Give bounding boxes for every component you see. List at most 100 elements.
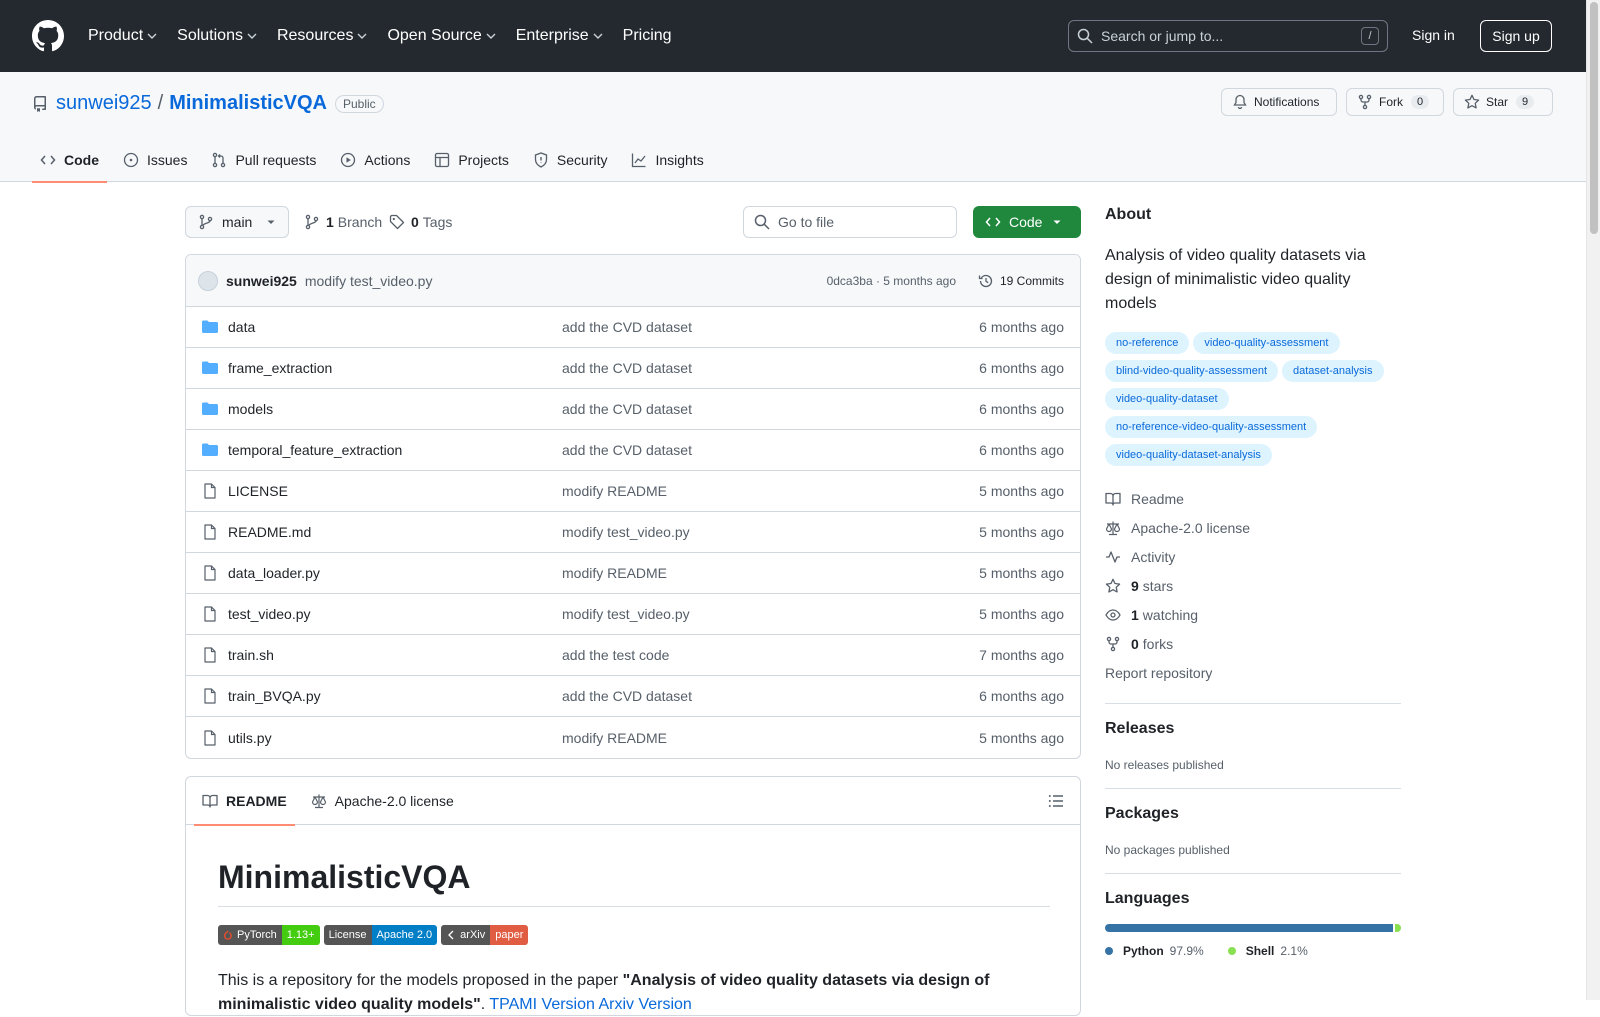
- tab-projects[interactable]: Projects: [426, 138, 517, 182]
- file-name-link[interactable]: test_video.py: [228, 606, 562, 622]
- file-name-link[interactable]: frame_extraction: [228, 360, 562, 376]
- nav-product[interactable]: Product: [88, 27, 157, 45]
- nav-solutions[interactable]: Solutions: [177, 27, 257, 45]
- branch-select[interactable]: main: [185, 206, 289, 238]
- github-logo-icon[interactable]: [32, 20, 64, 52]
- code-dropdown-button[interactable]: Code: [973, 206, 1081, 238]
- file-name-link[interactable]: models: [228, 401, 562, 417]
- license-link[interactable]: Apache-2.0 license: [1105, 513, 1401, 542]
- file-commit-message[interactable]: add the CVD dataset: [562, 319, 692, 335]
- search-input[interactable]: Search or jump to... /: [1068, 20, 1388, 52]
- pytorch-badge[interactable]: PyTorch 1.13+: [218, 925, 320, 945]
- file-commit-date: 5 months ago: [979, 729, 1064, 746]
- repo-name-link[interactable]: MinimalisticVQA: [169, 92, 327, 115]
- topic-tag[interactable]: blind-video-quality-assessment: [1105, 360, 1279, 382]
- avatar[interactable]: [198, 270, 218, 291]
- notifications-button[interactable]: Notifications: [1221, 88, 1337, 116]
- report-repository-link[interactable]: Report repository: [1105, 658, 1401, 687]
- file-commit-message[interactable]: add the CVD dataset: [562, 360, 692, 376]
- search-placeholder: Search or jump to...: [1101, 28, 1224, 44]
- file-commit-message[interactable]: modify README: [562, 483, 667, 499]
- branch-count-link[interactable]: 1 Branch: [304, 214, 382, 230]
- language-dot: [1105, 947, 1113, 955]
- tab-code[interactable]: Code: [32, 138, 107, 183]
- activity-link[interactable]: Activity: [1105, 542, 1401, 571]
- file-name-link[interactable]: utils.py: [228, 730, 562, 746]
- nav-pricing[interactable]: Pricing: [623, 27, 672, 45]
- go-to-file-input[interactable]: Go to file: [743, 206, 957, 238]
- nav-label: Resources: [276, 27, 354, 44]
- code-icon: [985, 217, 1001, 227]
- tpami-link[interactable]: TPAMI Version: [489, 996, 595, 1013]
- nav-enterprise[interactable]: Enterprise: [516, 27, 603, 45]
- topic-tag[interactable]: video-quality-dataset: [1105, 388, 1229, 410]
- file-commit-message[interactable]: add the CVD dataset: [562, 688, 692, 704]
- nav-open-source[interactable]: Open Source: [387, 27, 496, 45]
- file-type-icon: [202, 401, 218, 417]
- commit-author[interactable]: sunwei925: [226, 273, 297, 289]
- file-commit-message[interactable]: add the CVD dataset: [562, 401, 692, 417]
- file-commit-message[interactable]: modify test_video.py: [562, 524, 690, 540]
- repo-tabs: Code Issues Pull requests Actions Projec…: [32, 138, 720, 183]
- file-list: data add the CVD dataset 6 months ago frame…: [186, 307, 1080, 758]
- topic-tag[interactable]: video-quality-assessment: [1193, 332, 1340, 354]
- license-badge[interactable]: License Apache 2.0: [323, 925, 438, 945]
- topic-tag[interactable]: dataset-analysis: [1282, 360, 1384, 382]
- license-link-label: Apache-2.0 license: [1131, 519, 1251, 536]
- tab-insights[interactable]: Insights: [623, 138, 711, 182]
- tab-security[interactable]: Security: [525, 138, 616, 182]
- file-name-link[interactable]: data: [228, 319, 562, 335]
- file-name-link[interactable]: data_loader.py: [228, 565, 562, 581]
- sign-up-button[interactable]: Sign up: [1480, 20, 1552, 52]
- file-commit-message[interactable]: add the test code: [562, 647, 669, 663]
- fork-button[interactable]: Fork 0: [1346, 88, 1444, 116]
- scrollbar-thumb[interactable]: [1590, 2, 1598, 234]
- language-item[interactable]: Shell 2.1%: [1227, 944, 1308, 958]
- file-name-link[interactable]: train_BVQA.py: [228, 688, 562, 704]
- file-name-link[interactable]: temporal_feature_extraction: [228, 442, 562, 458]
- language-item[interactable]: Python 97.9%: [1105, 944, 1204, 958]
- readme-link[interactable]: Readme: [1105, 484, 1401, 513]
- nav-resources[interactable]: Resources: [277, 27, 367, 45]
- repo-header: sunwei925 / MinimalisticVQA Public Notif…: [0, 72, 1586, 183]
- releases-heading[interactable]: Releases: [1105, 720, 1401, 738]
- tab-issues[interactable]: Issues: [115, 138, 195, 182]
- watching-link[interactable]: 1 watching: [1105, 600, 1401, 629]
- tag-count-link[interactable]: 0 Tags: [389, 214, 452, 230]
- commits-link[interactable]: 19 Commits: [978, 273, 1064, 289]
- tab-actions[interactable]: Actions: [332, 138, 418, 182]
- tab-pull-requests[interactable]: Pull requests: [203, 138, 324, 182]
- arxiv-badge[interactable]: arXiv paper: [441, 925, 529, 945]
- arxiv-link[interactable]: Arxiv Version: [598, 996, 691, 1013]
- file-commit-message[interactable]: modify README: [562, 730, 667, 746]
- stars-link[interactable]: 9 stars: [1105, 571, 1401, 600]
- star-button[interactable]: Star 9: [1453, 88, 1553, 116]
- tab-readme[interactable]: README: [194, 777, 295, 826]
- file-commit-message[interactable]: modify test_video.py: [562, 606, 690, 622]
- branch-icon: [305, 214, 319, 230]
- file-name-link[interactable]: README.md: [228, 524, 562, 540]
- file-row: data_loader.py modify README 5 months ago: [186, 553, 1080, 594]
- tab-label: Code: [64, 152, 99, 168]
- commit-message[interactable]: modify test_video.py: [305, 273, 433, 289]
- repo-owner-link[interactable]: sunwei925: [56, 92, 152, 115]
- topic-tag[interactable]: video-quality-dataset-analysis: [1105, 444, 1272, 466]
- file-commit-date: 6 months ago: [979, 319, 1064, 335]
- page-scrollbar[interactable]: [1586, 0, 1600, 1000]
- file-commit-message[interactable]: add the CVD dataset: [562, 442, 692, 458]
- repo-sidebar: About Analysis of video quality datasets…: [1105, 206, 1401, 958]
- nav-label: Pricing: [622, 27, 672, 44]
- file-name-link[interactable]: LICENSE: [228, 483, 562, 499]
- sign-in-link[interactable]: Sign in: [1412, 27, 1455, 43]
- topic-tag[interactable]: no-reference: [1105, 332, 1190, 354]
- packages-heading[interactable]: Packages: [1105, 805, 1401, 823]
- forks-link[interactable]: 0 forks: [1105, 629, 1401, 658]
- table-of-contents-icon[interactable]: [1048, 793, 1064, 809]
- file-commit-date: 6 months ago: [979, 401, 1064, 417]
- file-commit-message[interactable]: modify README: [562, 565, 667, 581]
- chevron-down-icon: [486, 33, 496, 39]
- topic-tag[interactable]: no-reference-video-quality-assessment: [1105, 416, 1318, 438]
- tab-license[interactable]: Apache-2.0 license: [303, 777, 462, 825]
- commit-hash-time[interactable]: 0dca3ba · 5 months ago: [827, 274, 956, 288]
- file-name-link[interactable]: train.sh: [228, 647, 562, 663]
